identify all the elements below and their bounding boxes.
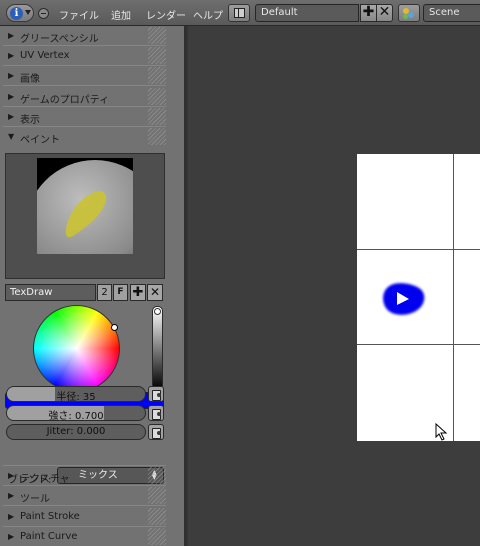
menu-help[interactable]: ヘルプ xyxy=(193,7,223,22)
expanded-arrow-icon: ▼ xyxy=(8,132,15,141)
drag-handle[interactable] xyxy=(148,128,166,145)
scene-name-field[interactable]: Scene xyxy=(423,4,480,22)
panel-label: Paint Stroke xyxy=(20,511,80,522)
collapsed-arrow-icon: ▶ xyxy=(8,92,15,101)
panel-label: UV Vertex xyxy=(20,50,70,61)
drag-handle[interactable] xyxy=(148,67,166,84)
grid-line xyxy=(357,344,480,345)
collapsed-arrow-icon: ▶ xyxy=(8,31,15,40)
brush-preview[interactable] xyxy=(5,153,165,279)
divider xyxy=(3,85,166,86)
jitter-label: Jitter: 0.000 xyxy=(46,426,106,437)
panel-label: テクスチャ xyxy=(20,474,70,485)
collapse-menus-button[interactable] xyxy=(38,8,49,19)
radius-label: 半径: 35 xyxy=(56,392,96,402)
paint-stroke xyxy=(383,283,425,315)
radius-pressure-button[interactable] xyxy=(148,386,164,402)
drag-handle[interactable] xyxy=(148,528,166,545)
collapsed-arrow-icon: ▶ xyxy=(8,532,15,541)
strength-slider[interactable]: 強さ: 0.700 xyxy=(6,405,146,421)
panel-display[interactable]: ▶ 表示 xyxy=(3,107,166,127)
value-slider-handle[interactable] xyxy=(154,308,161,315)
fake-user-button[interactable]: F xyxy=(113,284,128,301)
drag-handle[interactable] xyxy=(148,88,166,105)
collapsed-arrow-icon: ▶ xyxy=(8,51,15,60)
panel-image[interactable]: ▶ 画像 xyxy=(3,66,166,86)
drag-handle[interactable] xyxy=(148,108,166,125)
add-layout-button[interactable]: ✚ xyxy=(360,4,377,22)
menu-render[interactable]: レンダー xyxy=(146,7,186,22)
panel-texture[interactable]: ▶ テクスチャ xyxy=(3,466,166,486)
brush-name-field[interactable]: TexDraw xyxy=(5,284,96,301)
grid-line xyxy=(453,154,454,441)
collapsed-arrow-icon: ▶ xyxy=(8,491,15,500)
collapsed-arrow-icon: ▶ xyxy=(8,471,15,480)
close-icon: ✕ xyxy=(378,4,391,20)
plus-icon: ✚ xyxy=(362,4,375,20)
panel-paint-curve[interactable]: ▶ Paint Curve xyxy=(3,527,166,546)
brush-users-count[interactable]: 2 xyxy=(97,284,112,301)
jitter-slider[interactable]: Jitter: 0.000 xyxy=(6,424,146,440)
divider xyxy=(3,505,166,506)
panel-tools[interactable]: ▶ ツール xyxy=(3,486,166,506)
close-icon: ✕ xyxy=(149,285,161,299)
panel-label: ゲームのプロパティ xyxy=(20,95,110,106)
panel-label: グリースペンシル xyxy=(20,34,99,45)
color-wheel-cursor[interactable] xyxy=(111,324,118,331)
jitter-pressure-button[interactable] xyxy=(148,424,164,440)
info-icon: i xyxy=(10,7,23,20)
scene-icon-part xyxy=(403,14,408,19)
scene-icon-part xyxy=(408,12,414,18)
paint-canvas[interactable] xyxy=(357,154,480,441)
panel-label: ツール xyxy=(20,494,50,505)
color-wheel[interactable] xyxy=(33,305,120,392)
panel-paint-stroke[interactable]: ▶ Paint Stroke xyxy=(3,507,166,527)
collapsed-arrow-icon: ▶ xyxy=(8,71,15,80)
tool-shelf: ▶ グリースペンシル ▶ UV Vertex ▶ 画像 ▶ ゲームのプロパティ … xyxy=(0,26,186,546)
add-brush-button[interactable]: ✚ xyxy=(130,284,146,301)
drag-handle[interactable] xyxy=(148,467,166,484)
mouse-pointer-icon xyxy=(435,423,448,441)
panel-label: ペイント xyxy=(20,135,60,146)
menu-add[interactable]: 追加 xyxy=(111,7,131,22)
strength-label: 強さ: 0.700 xyxy=(48,411,104,421)
editor-type-button[interactable]: i xyxy=(6,4,34,22)
drag-handle[interactable] xyxy=(148,47,166,64)
screen-layout-field[interactable]: Default xyxy=(255,4,359,22)
panel-label: 表示 xyxy=(20,115,40,126)
scene-selector-button[interactable] xyxy=(398,4,420,22)
remove-layout-button[interactable]: ✕ xyxy=(376,4,393,22)
plus-icon: ✚ xyxy=(132,285,144,300)
panel-game-properties[interactable]: ▶ ゲームのプロパティ xyxy=(3,87,166,107)
drag-handle[interactable] xyxy=(148,27,166,44)
drag-handle[interactable] xyxy=(148,508,166,525)
collapsed-arrow-icon: ▶ xyxy=(8,112,15,121)
brush-thumbnail xyxy=(37,158,133,254)
info-header: i ファイル 追加 レンダー ヘルプ Default ✚ ✕ Scene xyxy=(0,0,480,26)
menu-file[interactable]: ファイル xyxy=(59,7,99,22)
image-editor-viewport[interactable] xyxy=(188,26,480,546)
panel-uv-vertex[interactable]: ▶ UV Vertex xyxy=(3,46,166,66)
drag-handle[interactable] xyxy=(148,487,166,504)
remove-brush-button[interactable]: ✕ xyxy=(147,284,163,301)
strength-pressure-button[interactable] xyxy=(148,405,164,421)
radius-slider[interactable]: 半径: 35 xyxy=(6,386,146,402)
screen-layout-button[interactable] xyxy=(228,4,250,22)
layout-icon xyxy=(234,8,245,18)
value-slider[interactable] xyxy=(152,306,163,390)
panel-paint[interactable]: ▼ ペイント xyxy=(3,127,166,147)
panel-label: 画像 xyxy=(20,74,40,85)
grid-line xyxy=(357,249,480,250)
panel-grease-pencil[interactable]: ▶ グリースペンシル xyxy=(3,26,166,46)
chevron-down-icon xyxy=(25,10,31,15)
panel-label: Paint Curve xyxy=(20,531,78,542)
collapsed-arrow-icon: ▶ xyxy=(8,512,15,521)
brush-sphere-image xyxy=(37,160,133,254)
